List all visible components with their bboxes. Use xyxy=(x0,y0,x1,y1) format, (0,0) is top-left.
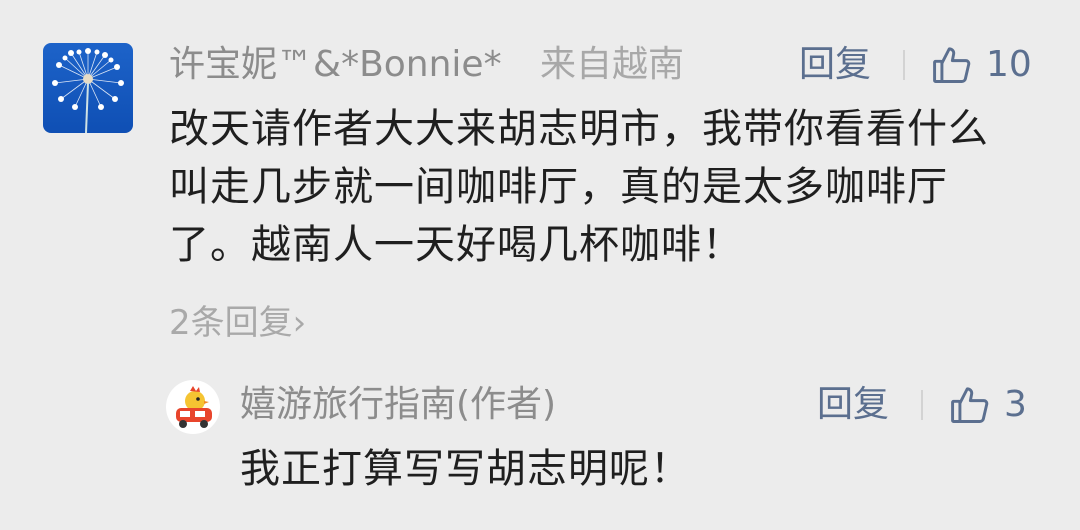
reply-body: 我正打算写写胡志明呢！ xyxy=(240,446,691,492)
replies-count-label: 2条回复 xyxy=(169,303,293,343)
action-divider-secondary xyxy=(921,390,923,420)
like-count-secondary: 3 xyxy=(1004,384,1027,425)
thumbs-up-icon xyxy=(930,43,974,87)
dandelion-avatar-icon xyxy=(43,43,133,133)
mascot-avatar-icon xyxy=(166,380,220,434)
comment-location: 来自越南 xyxy=(540,44,685,85)
author-avatar[interactable] xyxy=(166,380,220,434)
chevron-right-icon: › xyxy=(292,303,307,343)
comment-body: 改天请作者大大来胡志明市，我带你看看什么叫走几步就一间咖啡厅，真的是太多咖啡厅了… xyxy=(169,106,989,268)
like-button[interactable]: 10 xyxy=(930,42,1032,88)
action-divider xyxy=(903,50,905,80)
reply-author-name[interactable]: 嬉游旅行指南(作者) xyxy=(240,382,556,428)
reply-button[interactable]: 回复 xyxy=(799,42,871,88)
avatar[interactable] xyxy=(43,43,133,133)
like-button-secondary[interactable]: 3 xyxy=(948,382,1027,428)
thumbs-up-icon xyxy=(948,383,992,427)
comment-author-name[interactable]: 许宝妮™&*Bonnie* xyxy=(169,42,502,88)
view-replies-link[interactable]: 2条回复› xyxy=(169,300,306,346)
like-count: 10 xyxy=(986,44,1032,85)
reply-button-secondary[interactable]: 回复 xyxy=(817,382,889,428)
